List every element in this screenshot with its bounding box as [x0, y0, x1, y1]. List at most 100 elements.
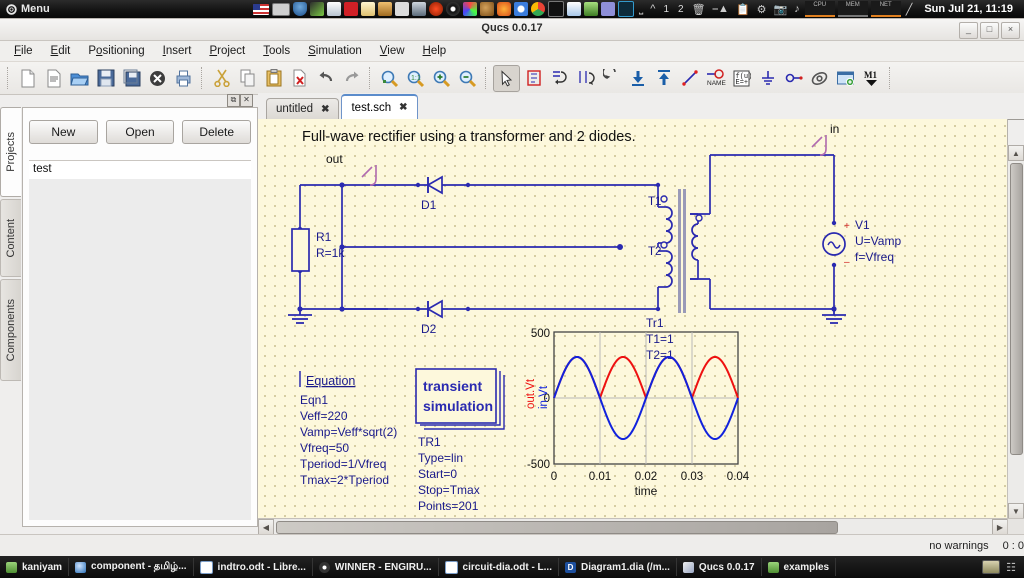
taskbar-item-circuit-dia[interactable]: circuit-dia.odt - L...: [439, 558, 559, 576]
menu-tools[interactable]: Tools: [255, 43, 298, 59]
filezilla-icon[interactable]: [343, 2, 358, 16]
simulation-block[interactable]: transient simulation TR1 Type=lin Start=…: [415, 368, 505, 513]
menu-button[interactable]: Menu: [0, 3, 56, 15]
screenshot-icon[interactable]: 📷: [772, 3, 790, 16]
zoom-original-icon[interactable]: 1:1: [403, 66, 428, 91]
open-folder-icon[interactable]: [67, 66, 92, 91]
tab-untitled[interactable]: untitled ✖: [266, 98, 340, 119]
taskbar-item-indtro[interactable]: indtro.odt - Libre...: [194, 558, 313, 576]
dock-tab-content[interactable]: Content: [0, 199, 21, 277]
project-list[interactable]: test: [29, 160, 251, 520]
settings-gear-icon[interactable]: ⚙: [755, 3, 769, 16]
move-up-icon[interactable]: [651, 66, 676, 91]
home-icon[interactable]: ⎯▲: [711, 3, 731, 16]
workspace-1-button[interactable]: 1: [660, 4, 672, 15]
sync-icon[interactable]: [411, 2, 426, 16]
monitor-graph-icon[interactable]: [617, 1, 634, 17]
dock-close-button[interactable]: ✕: [240, 94, 253, 107]
list-item[interactable]: test: [29, 161, 251, 177]
move-down-icon[interactable]: [625, 66, 650, 91]
rotate-icon[interactable]: [547, 66, 572, 91]
toolbar-handle[interactable]: [7, 67, 10, 89]
taskbar-item-qucs[interactable]: Qucs 0.0.17: [677, 558, 762, 576]
component-tr1[interactable]: T1 T2 Tr1 T1=1 T2=1: [646, 189, 703, 362]
edit-properties-icon[interactable]: [521, 66, 546, 91]
chrome-icon[interactable]: [530, 2, 545, 16]
menu-positioning[interactable]: Positioning: [80, 43, 152, 59]
new-project-button[interactable]: New: [29, 120, 98, 144]
clipboard-icon[interactable]: 📋: [734, 3, 752, 16]
cpu-monitor[interactable]: CPU: [804, 1, 835, 17]
node-label-out[interactable]: out: [326, 152, 377, 186]
component-r1[interactable]: R1 R=1k: [291, 228, 345, 272]
vertical-scroll-thumb[interactable]: [1010, 163, 1023, 455]
save-all-icon[interactable]: [119, 66, 144, 91]
network-monitor[interactable]: NET: [870, 1, 901, 17]
chevron-up-icon[interactable]: ^: [648, 3, 657, 15]
open-text-document-icon[interactable]: [41, 66, 66, 91]
close-icon[interactable]: ✖: [321, 104, 329, 115]
dock-float-button[interactable]: ⧉: [227, 94, 240, 107]
redo-icon[interactable]: [339, 66, 364, 91]
ground-symbol-left[interactable]: [288, 309, 312, 324]
select-arrow-icon[interactable]: [493, 64, 520, 92]
paste-icon[interactable]: [261, 66, 286, 91]
keyboard-layout-flag-icon[interactable]: [252, 3, 269, 15]
menu-view[interactable]: View: [372, 43, 413, 59]
new-document-icon[interactable]: [15, 66, 40, 91]
maximize-button[interactable]: □: [980, 22, 999, 39]
wire-label-icon[interactable]: NAME: [703, 66, 728, 91]
shield-icon[interactable]: [292, 2, 307, 16]
menu-insert[interactable]: Insert: [155, 43, 200, 59]
menu-edit[interactable]: Edit: [43, 43, 79, 59]
minimize-button[interactable]: _: [959, 22, 978, 39]
close-icon[interactable]: ✖: [399, 102, 407, 113]
mirror-x-icon[interactable]: [573, 66, 598, 91]
canvas-horizontal-scrollbar[interactable]: ◀ ▶: [258, 518, 1008, 535]
save-icon[interactable]: [93, 66, 118, 91]
copy-icon[interactable]: [235, 66, 260, 91]
component-d1[interactable]: D1: [421, 175, 443, 212]
tab-test-sch[interactable]: test.sch ✖: [341, 94, 418, 119]
terminal-icon[interactable]: [547, 1, 564, 17]
wire-icon[interactable]: [677, 66, 702, 91]
scroll-left-arrow-icon[interactable]: ◀: [258, 519, 274, 535]
memory-monitor[interactable]: MEM: [837, 1, 868, 17]
package-icon[interactable]: [377, 2, 392, 16]
scroll-down-arrow-icon[interactable]: ▼: [1008, 503, 1024, 519]
info-icon[interactable]: [600, 2, 615, 16]
result-plot[interactable]: 500 0 -500 0 0.01 0.02 0.03 0.04 time ou…: [525, 328, 750, 498]
canvas-vertical-scrollbar[interactable]: ▲ ▼: [1007, 145, 1024, 519]
horizontal-scroll-thumb[interactable]: [276, 521, 838, 534]
scroll-up-arrow-icon[interactable]: ▲: [1008, 145, 1024, 161]
taskbar-item-diagram1[interactable]: D Diagram1.dia (/m...: [559, 558, 677, 576]
pencil-icon[interactable]: ╱: [904, 3, 915, 16]
ground-icon[interactable]: [755, 66, 780, 91]
archive-icon[interactable]: [394, 2, 409, 16]
minimize-all-icon[interactable]: ⎵: [637, 3, 645, 16]
notes-icon[interactable]: [360, 2, 375, 16]
color-picker-icon[interactable]: [462, 2, 477, 16]
print-icon[interactable]: [171, 66, 196, 91]
close-button[interactable]: ×: [1001, 22, 1020, 39]
gimp-icon[interactable]: [479, 2, 494, 16]
clock[interactable]: Sun Jul 21, 11:19: [917, 3, 1020, 15]
music-note-icon[interactable]: ♪: [792, 3, 802, 15]
calculator-icon[interactable]: [326, 2, 341, 16]
delete-icon[interactable]: [287, 66, 312, 91]
equation-icon[interactable]: f(u) E=+: [729, 66, 754, 91]
keyboard-icon[interactable]: [271, 2, 290, 16]
component-v1[interactable]: + – V1 U=Vamp f=Vfreq: [822, 218, 901, 268]
window-list-icon[interactable]: ☷: [1006, 561, 1016, 574]
taskbar-item-examples[interactable]: examples: [762, 558, 837, 576]
scroll-right-arrow-icon[interactable]: ▶: [992, 519, 1008, 535]
file-manager-icon[interactable]: [583, 2, 598, 16]
menu-simulation[interactable]: Simulation: [300, 43, 370, 59]
record-icon[interactable]: [428, 2, 443, 16]
menu-help[interactable]: Help: [415, 43, 455, 59]
simulate-icon[interactable]: [807, 66, 832, 91]
port-icon[interactable]: [781, 66, 806, 91]
open-project-button[interactable]: Open: [105, 120, 175, 144]
text-editor-icon[interactable]: [566, 2, 581, 16]
taskbar-item-winner[interactable]: WINNER - ENGIRU...: [313, 558, 439, 576]
